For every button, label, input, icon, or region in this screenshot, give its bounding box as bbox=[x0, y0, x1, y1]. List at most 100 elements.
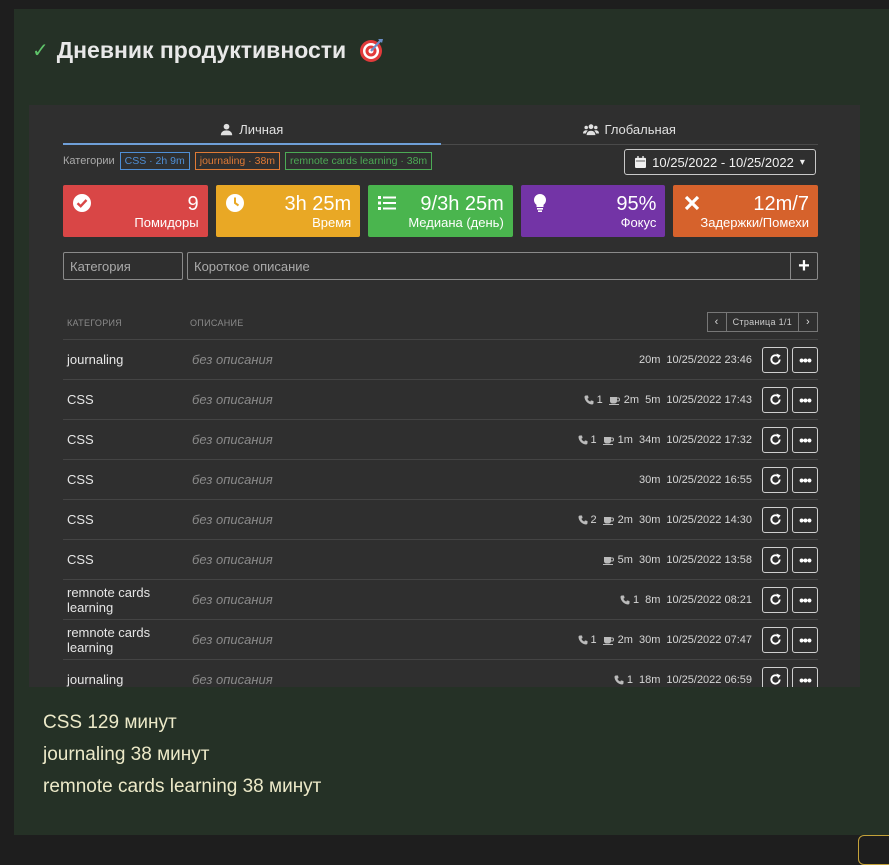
breaks-count: 2m bbox=[602, 514, 633, 526]
table-row: CSS без описания 1 2m 5m 10/25/2022 17:43 ••• bbox=[63, 379, 818, 419]
row-description: без описания bbox=[192, 552, 273, 567]
list-icon bbox=[378, 196, 397, 210]
prev-page-button[interactable]: ‹ bbox=[706, 312, 727, 332]
more-options-button[interactable]: ••• bbox=[792, 426, 818, 453]
calls-value: 2 bbox=[590, 513, 597, 526]
row-meta: 30m 10/25/2022 16:55 bbox=[639, 474, 752, 486]
table-row: CSS без описания 30m 10/25/2022 16:55 ••• bbox=[63, 459, 818, 499]
phone-icon bbox=[578, 635, 588, 644]
date-range-picker[interactable]: 10/25/2022 - 10/25/2022 ▾ bbox=[624, 149, 816, 175]
duration: 20m bbox=[638, 353, 661, 366]
table-row: journaling без описания 1 18m 10/25/2022 06:… bbox=[63, 659, 818, 687]
restart-button[interactable] bbox=[762, 666, 788, 687]
restart-button[interactable] bbox=[762, 626, 788, 653]
restart-button[interactable] bbox=[762, 586, 788, 613]
calls-value: 1 bbox=[590, 633, 597, 646]
row-description: без описания bbox=[192, 432, 273, 447]
stat-focus-label: Фокус bbox=[620, 215, 657, 230]
coffee-icon bbox=[608, 396, 620, 405]
row-description: без описания bbox=[192, 672, 273, 687]
restart-button[interactable] bbox=[762, 506, 788, 533]
category-tag-journaling[interactable]: journaling · 38m bbox=[194, 152, 281, 170]
date-range-value: 10/25/2022 - 10/25/2022 bbox=[652, 154, 794, 170]
pagination: ‹ Страница 1/1 › bbox=[706, 312, 818, 332]
more-options-button[interactable]: ••• bbox=[792, 546, 818, 573]
row-meta: 5m 30m 10/25/2022 13:58 bbox=[602, 553, 752, 566]
restart-button[interactable] bbox=[762, 386, 788, 413]
restart-icon bbox=[769, 433, 781, 445]
restart-button[interactable] bbox=[762, 426, 788, 453]
stat-pomodoros-label: Помидоры bbox=[134, 215, 199, 230]
datetime: 10/25/2022 13:58 bbox=[666, 553, 752, 566]
breaks-count: 1m bbox=[602, 433, 633, 446]
more-options-button[interactable]: ••• bbox=[792, 466, 818, 493]
tab-personal[interactable]: Личная bbox=[63, 115, 441, 145]
table-row: remnote cards learning без описания 1 2m 30m… bbox=[63, 619, 818, 659]
duration: 30m bbox=[638, 553, 661, 566]
row-category: remnote cards learning bbox=[67, 584, 151, 615]
datetime: 10/25/2022 06:59 bbox=[666, 673, 752, 686]
corner-widget bbox=[858, 835, 889, 865]
category-filter: Категории CSS · 2h 9m journaling · 38m r… bbox=[63, 151, 433, 171]
row-category: CSS bbox=[67, 472, 94, 487]
add-entry-form: + bbox=[63, 252, 818, 280]
more-options-button[interactable]: ••• bbox=[792, 346, 818, 373]
duration: 30m bbox=[638, 473, 661, 486]
category-input[interactable] bbox=[63, 252, 183, 280]
calls-value: 1 bbox=[632, 593, 640, 606]
row-meta: 1 2m 30m 10/25/2022 07:47 bbox=[578, 634, 752, 646]
more-options-button[interactable]: ••• bbox=[792, 586, 818, 613]
user-icon bbox=[221, 123, 233, 135]
calls-value: 1 bbox=[596, 393, 603, 406]
restart-button[interactable] bbox=[762, 466, 788, 493]
restart-icon bbox=[769, 553, 781, 565]
stat-median-value: 9/3h 25m bbox=[420, 193, 504, 215]
tab-global[interactable]: Глобальная bbox=[440, 115, 818, 145]
summary-line: CSS 129 минут bbox=[43, 712, 177, 733]
duration: 5m bbox=[645, 393, 661, 406]
stat-median: 9/3h 25m Медиана (день) bbox=[368, 185, 513, 237]
summary-list: CSS 129 минут journaling 38 минут remnote … bbox=[43, 707, 321, 803]
row-meta: 2 2m 30m 10/25/2022 14:30 bbox=[578, 514, 752, 526]
tab-personal-label: Личная bbox=[239, 121, 284, 137]
table-row: CSS без описания 1 1m 34m 10/25/2022 17:32 ••• bbox=[63, 419, 818, 459]
breaks-value: 1m bbox=[617, 433, 633, 446]
datetime: 10/25/2022 17:43 bbox=[666, 393, 752, 406]
datetime: 10/25/2022 16:55 bbox=[666, 473, 752, 486]
calls-count: 1 bbox=[614, 674, 633, 686]
breaks-value: 2m bbox=[623, 393, 640, 406]
categories-label: Категории bbox=[63, 155, 115, 167]
more-options-button[interactable]: ••• bbox=[792, 666, 818, 687]
table-row: journaling без описания 20m 10/25/2022 23:4… bbox=[63, 339, 818, 379]
header-description: ОПИСАНИЕ bbox=[190, 318, 244, 328]
add-entry-button[interactable]: + bbox=[790, 252, 818, 280]
check-mark-icon: ✓ bbox=[32, 39, 49, 62]
restart-button[interactable] bbox=[762, 346, 788, 373]
tab-bar: Личная Глобальная bbox=[63, 115, 818, 145]
summary-line: remnote cards learning 38 минут bbox=[43, 776, 322, 797]
row-category: CSS bbox=[67, 552, 94, 567]
row-category: CSS bbox=[67, 512, 94, 527]
category-tag-css[interactable]: CSS · 2h 9m bbox=[119, 152, 190, 170]
description-input[interactable] bbox=[187, 252, 791, 280]
stat-time: 3h 25m Время bbox=[215, 185, 361, 237]
phone-icon bbox=[578, 515, 588, 524]
more-options-button[interactable]: ••• bbox=[792, 386, 818, 413]
stat-focus-value: 95% bbox=[616, 193, 657, 215]
next-page-button[interactable]: › bbox=[798, 312, 818, 332]
calls-count: 2 bbox=[578, 514, 597, 526]
restart-button[interactable] bbox=[762, 546, 788, 573]
calls-value: 1 bbox=[626, 673, 633, 686]
calls-count: 1 bbox=[584, 394, 603, 406]
row-meta: 1 2m 5m 10/25/2022 17:43 bbox=[584, 394, 752, 406]
stat-focus: 95% Фокус bbox=[520, 185, 666, 237]
page-info: Страница 1/1 bbox=[726, 312, 798, 332]
more-options-button[interactable]: ••• bbox=[792, 626, 818, 653]
row-meta: 1 1m 34m 10/25/2022 17:32 bbox=[578, 434, 752, 446]
phone-icon bbox=[614, 675, 624, 684]
category-tag-remnote[interactable]: remnote cards learning · 38m bbox=[285, 152, 433, 170]
duration: 30m bbox=[638, 633, 661, 646]
stat-median-label: Медиана (день) bbox=[408, 215, 504, 230]
row-description: без описания bbox=[192, 632, 273, 647]
more-options-button[interactable]: ••• bbox=[792, 506, 818, 533]
